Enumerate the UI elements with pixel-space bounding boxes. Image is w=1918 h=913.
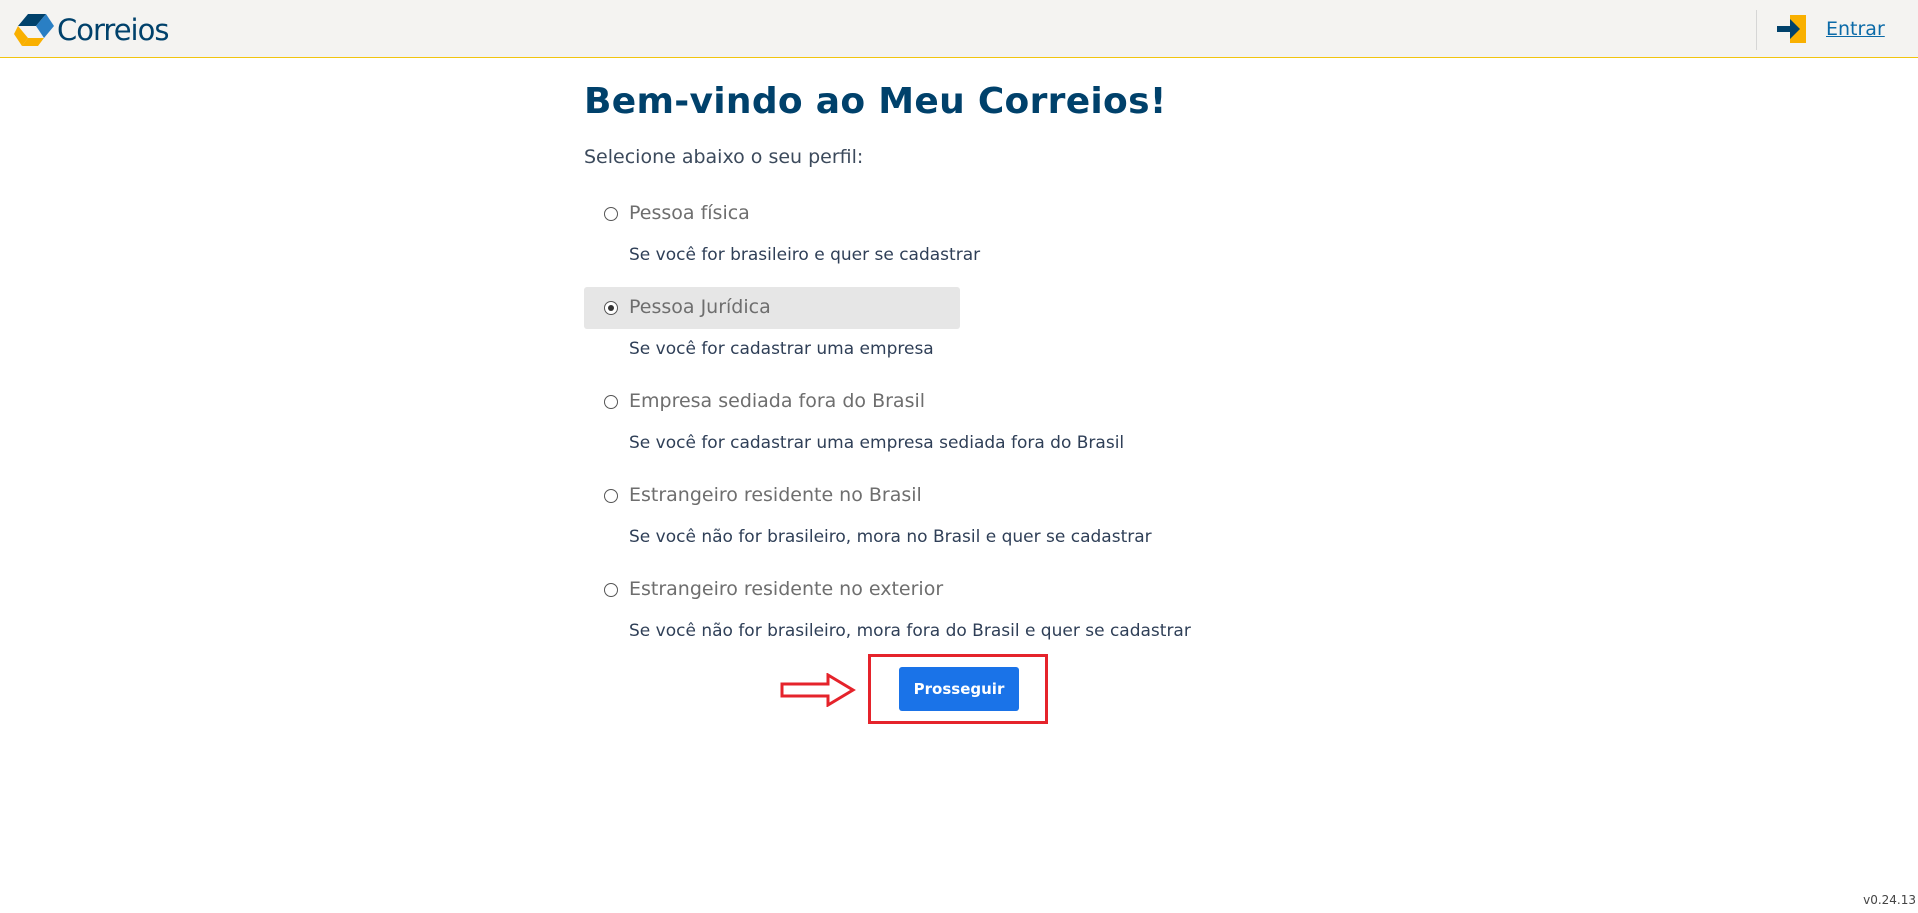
option-label: Empresa sediada fora do Brasil	[629, 390, 926, 412]
radio-button[interactable]	[604, 395, 618, 409]
profile-options: Pessoa física Se você for brasileiro e q…	[584, 193, 1344, 663]
option-description: Se você não for brasileiro, mora no Bras…	[629, 527, 1152, 547]
profile-option-empresa-exterior: Empresa sediada fora do Brasil Se você f…	[584, 381, 1344, 475]
option-label: Estrangeiro residente no exterior	[629, 578, 944, 600]
option-label: Estrangeiro residente no Brasil	[629, 484, 922, 506]
option-radio-empresa-exterior[interactable]: Empresa sediada fora do Brasil	[584, 381, 960, 423]
profile-option-estrangeiro-exterior: Estrangeiro residente no exterior Se voc…	[584, 569, 1344, 663]
page-subtitle: Selecione abaixo o seu perfil:	[584, 146, 864, 168]
proceed-button[interactable]: Prosseguir	[899, 667, 1019, 711]
option-description: Se você não for brasileiro, mora fora do…	[629, 621, 1191, 641]
correios-logo[interactable]: Correios	[14, 12, 169, 48]
option-radio-pessoa-fisica[interactable]: Pessoa física	[584, 193, 960, 235]
profile-option-pessoa-fisica: Pessoa física Se você for brasileiro e q…	[584, 193, 1344, 287]
profile-selection: Bem-vindo ao Meu Correios! Selecione aba…	[584, 76, 1344, 663]
correios-logo-icon	[14, 14, 54, 46]
logo-text: Correios	[57, 13, 169, 47]
login-label[interactable]: Entrar	[1826, 18, 1885, 40]
option-description: Se você for brasileiro e quer se cadastr…	[629, 245, 981, 265]
option-radio-pessoa-juridica[interactable]: Pessoa Jurídica	[584, 287, 960, 329]
option-label: Pessoa física	[629, 202, 750, 224]
option-description: Se você for cadastrar uma empresa sediad…	[629, 433, 1125, 453]
login-arrow-icon	[1777, 15, 1806, 43]
login-link[interactable]: Entrar	[1776, 14, 1885, 44]
option-radio-estrangeiro-brasil[interactable]: Estrangeiro residente no Brasil	[584, 475, 960, 517]
top-header: Correios Entrar	[0, 0, 1918, 58]
header-divider	[1756, 10, 1757, 50]
radio-button-selected[interactable]	[604, 301, 618, 315]
option-description: Se você for cadastrar uma empresa	[629, 339, 934, 359]
option-label: Pessoa Jurídica	[629, 296, 771, 318]
page-title: Bem-vindo ao Meu Correios!	[584, 81, 1167, 122]
profile-option-estrangeiro-brasil: Estrangeiro residente no Brasil Se você …	[584, 475, 1344, 569]
version-label: v0.24.13	[1863, 893, 1916, 907]
radio-button[interactable]	[604, 207, 618, 221]
option-radio-estrangeiro-exterior[interactable]: Estrangeiro residente no exterior	[584, 569, 960, 611]
radio-button[interactable]	[604, 489, 618, 503]
profile-option-pessoa-juridica: Pessoa Jurídica Se você for cadastrar um…	[584, 287, 1344, 381]
red-arrow-icon	[780, 673, 856, 707]
radio-button[interactable]	[604, 583, 618, 597]
